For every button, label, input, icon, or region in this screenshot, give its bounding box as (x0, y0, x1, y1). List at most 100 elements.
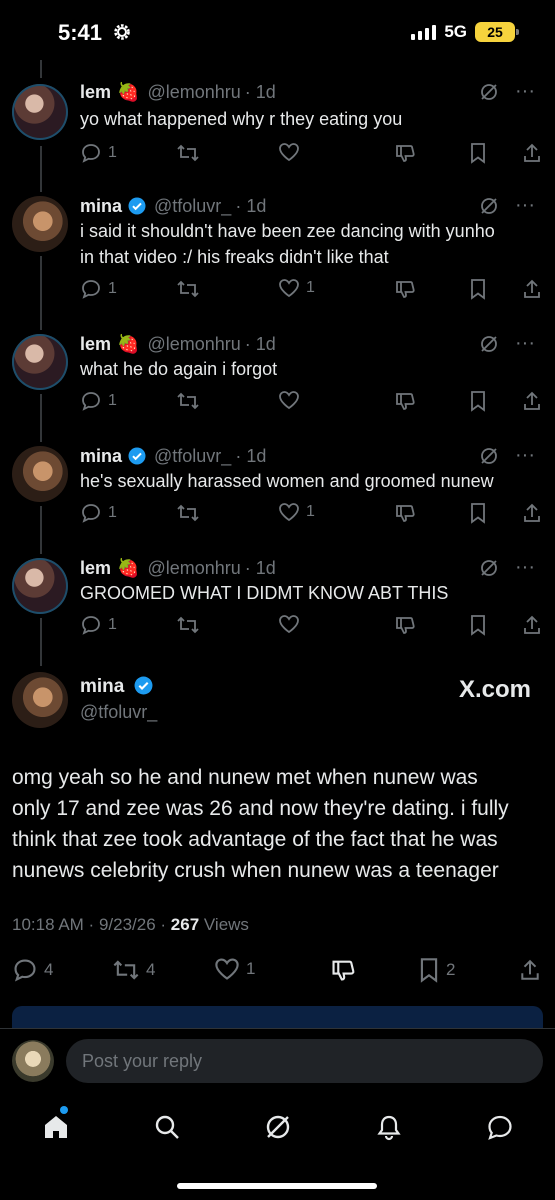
main-tweet-avatar[interactable] (12, 672, 68, 728)
share-button[interactable] (522, 390, 542, 412)
bookmark-icon (471, 143, 485, 164)
grok-icon[interactable] (479, 446, 499, 466)
verified-badge-icon (128, 447, 146, 465)
bookmark-button[interactable] (469, 614, 487, 636)
dislike-button[interactable] (330, 957, 356, 983)
nav-grok[interactable] (222, 1092, 333, 1162)
network-label: 5G (444, 22, 467, 41)
share-button[interactable] (522, 614, 542, 636)
nav-notifications[interactable] (333, 1092, 444, 1162)
more-icon[interactable]: ··· (515, 80, 535, 103)
author-handle[interactable]: @lemonhru (147, 558, 240, 579)
avatar[interactable] (12, 334, 68, 390)
retweet-button[interactable]: 4 (112, 957, 155, 983)
main-tweet-handle[interactable]: @tfoluvr_ (80, 702, 157, 723)
grok-icon[interactable] (479, 334, 499, 354)
like-button[interactable]: 1 (278, 502, 315, 522)
retweet-button[interactable] (176, 390, 200, 412)
avatar[interactable] (12, 446, 68, 502)
reply-button[interactable]: 1 (80, 614, 117, 636)
reply-button[interactable]: 1 (80, 502, 117, 524)
reply-tweet[interactable]: lem 🍓 @lemonhru · 1d ··· yo what happene… (0, 80, 555, 170)
grok-icon[interactable] (479, 82, 499, 102)
bookmark-icon (471, 279, 485, 300)
tweet-actions: 1 1 (80, 502, 540, 526)
retweet-button[interactable] (176, 142, 200, 164)
author-handle[interactable]: @lemonhru (147, 82, 240, 103)
nav-home[interactable] (0, 1092, 111, 1162)
views-count[interactable]: 267 (171, 915, 199, 934)
nav-messages[interactable] (444, 1092, 555, 1162)
reply-count: 4 (44, 960, 54, 979)
tweet-time: · 1d (235, 195, 267, 216)
like-button[interactable] (278, 390, 306, 410)
author-handle[interactable]: @tfoluvr_ (154, 446, 231, 467)
home-indicator[interactable] (177, 1183, 377, 1189)
reply-button[interactable]: 1 (80, 278, 117, 300)
author-handle[interactable]: @lemonhru (147, 334, 240, 355)
like-button[interactable]: 1 (278, 278, 315, 298)
reply-button[interactable]: 1 (80, 390, 117, 412)
share-icon (524, 615, 540, 634)
tweet-actions: 1 (80, 390, 540, 414)
grok-icon[interactable] (479, 196, 499, 216)
reply-button[interactable]: 1 (80, 142, 117, 164)
share-button[interactable] (522, 278, 542, 300)
header-actions: ··· (479, 80, 535, 103)
avatar[interactable] (12, 196, 68, 252)
reply-tweet[interactable]: mina @tfoluvr_ · 1d ··· he's sexually ha… (0, 444, 555, 534)
share-button[interactable] (522, 142, 542, 164)
avatar[interactable] (12, 558, 68, 614)
author-name[interactable]: mina (80, 446, 122, 467)
dislike-button[interactable] (394, 614, 416, 636)
dislike-button[interactable] (394, 278, 416, 300)
dislike-button[interactable] (394, 142, 416, 164)
avatar[interactable] (12, 84, 68, 140)
status-bar: 5:41 5G 25 (0, 0, 555, 64)
retweet-button[interactable] (176, 278, 200, 300)
user-avatar[interactable] (12, 1040, 54, 1082)
bookmark-button[interactable] (469, 390, 487, 412)
author-name[interactable]: mina (80, 676, 124, 697)
share-button[interactable] (522, 502, 542, 524)
tweet-line: in that video :/ his freaks didn't like … (80, 247, 389, 267)
more-icon[interactable]: ··· (515, 556, 535, 579)
dislike-button[interactable] (394, 502, 416, 524)
tweet-time[interactable]: 10:18 AM (12, 915, 84, 934)
tweet-actions: 1 1 (80, 278, 540, 302)
grok-icon[interactable] (479, 558, 499, 578)
share-button[interactable] (519, 957, 541, 983)
more-icon[interactable]: ··· (515, 332, 535, 355)
like-button[interactable]: 1 (214, 957, 255, 981)
reply-tweet[interactable]: mina @tfoluvr_ · 1d ··· i said it should… (0, 194, 555, 314)
main-tweet-author[interactable]: mina (80, 676, 153, 698)
author-name[interactable]: lem (80, 334, 111, 355)
share-icon (521, 959, 539, 980)
bookmark-button[interactable]: 2 (418, 957, 455, 983)
main-tweet-actions: 4 4 1 2 (0, 957, 555, 985)
retweet-button[interactable] (176, 502, 200, 524)
author-handle[interactable]: @tfoluvr_ (154, 196, 231, 217)
bookmark-button[interactable] (469, 142, 487, 164)
retweet-button[interactable] (176, 614, 200, 636)
like-button[interactable] (278, 142, 306, 162)
author-name[interactable]: lem (80, 82, 111, 103)
reply-tweet[interactable]: lem 🍓 @lemonhru · 1d ··· what he do agai… (0, 332, 555, 422)
like-button[interactable] (278, 614, 306, 634)
promo-banner[interactable] (12, 1006, 543, 1030)
dislike-button[interactable] (394, 390, 416, 412)
reply-tweet[interactable]: lem 🍓 @lemonhru · 1d ··· GROOMED WHAT I … (0, 556, 555, 646)
reply-count: 1 (108, 504, 117, 521)
nav-search[interactable] (111, 1092, 222, 1162)
reply-button[interactable]: 4 (12, 957, 53, 983)
author-name[interactable]: mina (80, 196, 122, 217)
reply-input[interactable] (66, 1039, 543, 1083)
bookmark-button[interactable] (469, 502, 487, 524)
bookmark-button[interactable] (469, 278, 487, 300)
tweet-header: lem 🍓 @lemonhru · 1d ··· (80, 332, 535, 356)
tweet-date[interactable]: 9/23/26 (99, 915, 156, 934)
tweet-time: · 1d (235, 445, 267, 466)
more-icon[interactable]: ··· (515, 444, 535, 467)
author-name[interactable]: lem (80, 558, 111, 579)
more-icon[interactable]: ··· (515, 194, 535, 217)
